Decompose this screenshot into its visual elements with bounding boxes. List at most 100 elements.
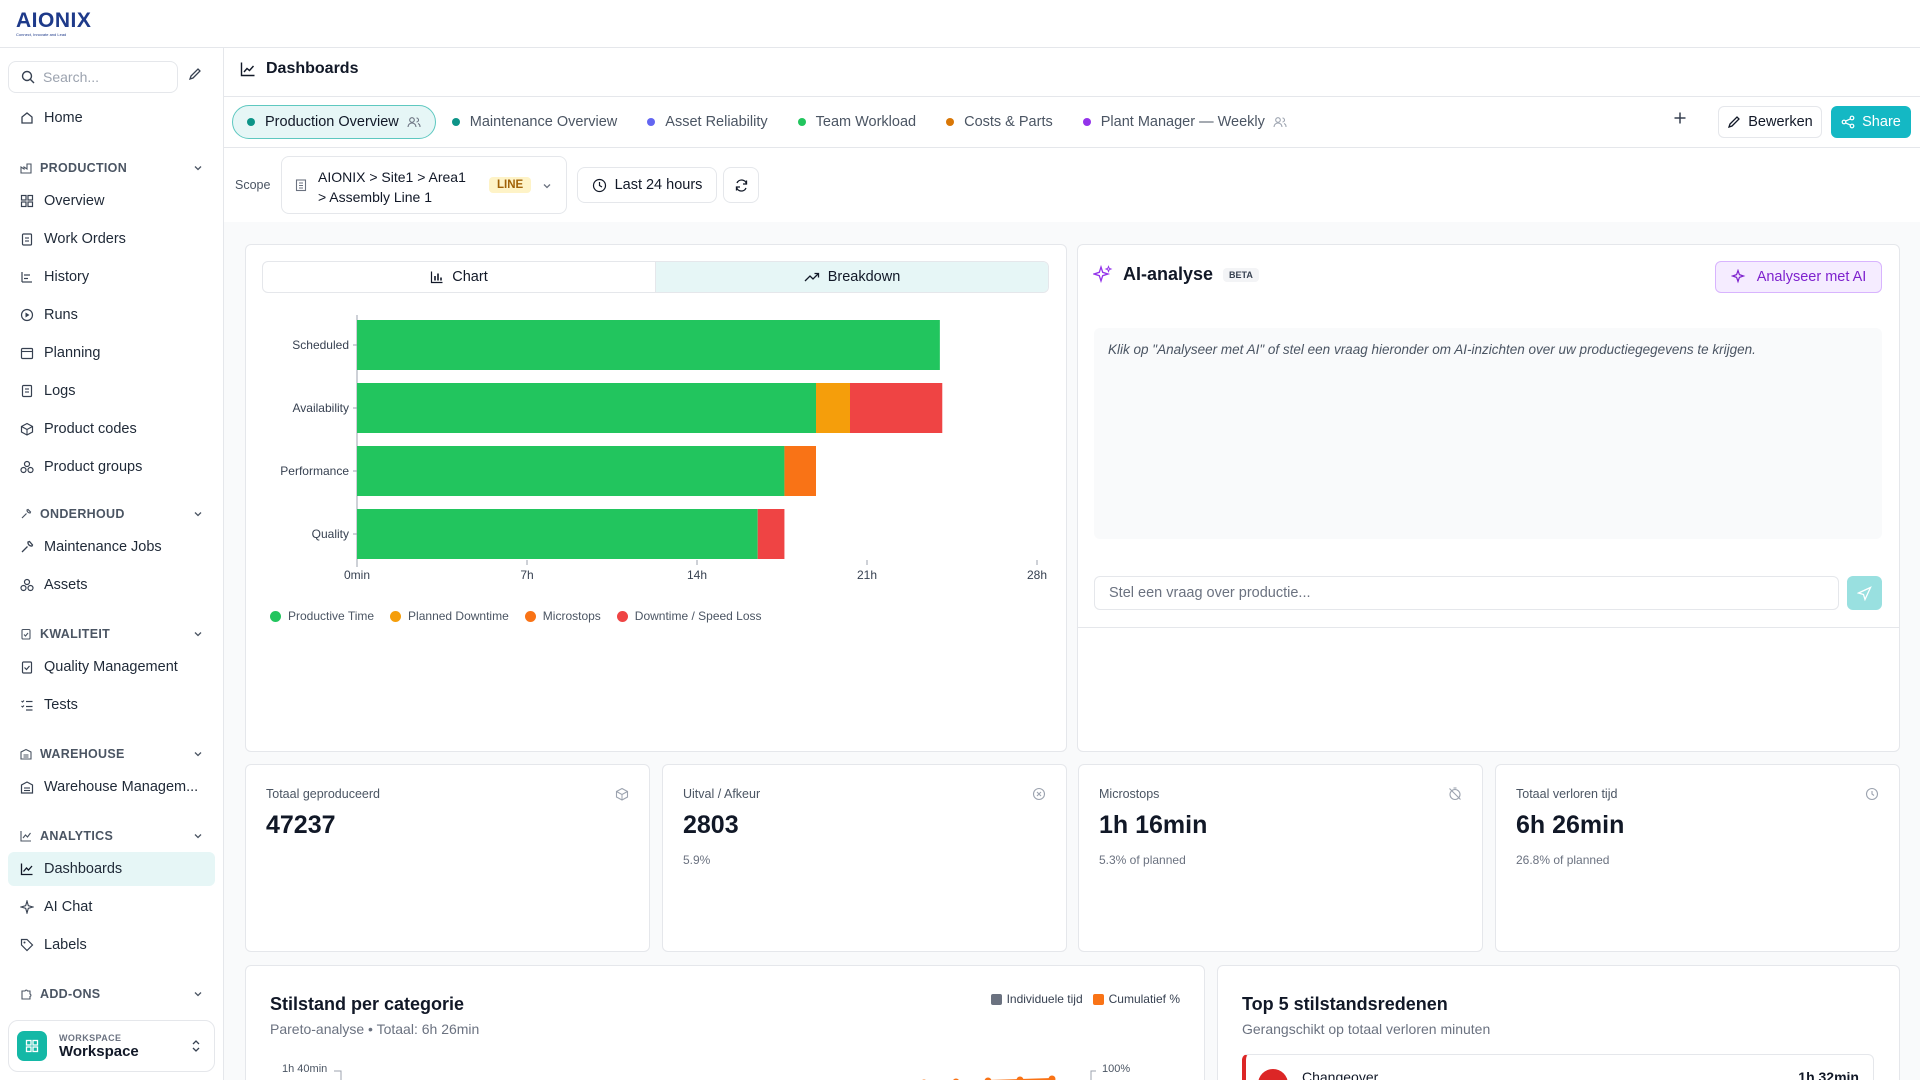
sidebar-item-runs[interactable]: Runs (8, 298, 215, 332)
y-tick-label: Availability (293, 401, 349, 415)
ai-analysis-title: AI-analyse (1123, 264, 1214, 284)
refresh-button[interactable] (723, 167, 759, 203)
send-question-button[interactable] (1847, 576, 1882, 610)
legend-item[interactable]: Microstops (524, 609, 601, 623)
refresh-icon (735, 178, 747, 192)
legend-item[interactable]: Productive Time (270, 609, 374, 623)
bar-segment (784, 446, 816, 496)
tab-production-overview[interactable]: Production Overview (232, 105, 436, 139)
kpi-card-total-lost-time: Totaal verloren tijd 6h 26min 26.8% of p… (1495, 764, 1900, 952)
workspace-icon (17, 1031, 47, 1061)
chart-line-icon (20, 831, 31, 842)
scope-selector[interactable]: AIONIX > Site1 > Area1 > Assembly Line 1… (281, 156, 567, 214)
page-title: Dashboards (240, 60, 358, 78)
scope-path-line: > Assembly Line 1 (318, 189, 433, 205)
section-kwaliteit[interactable]: KWALITEIT (8, 622, 215, 646)
tab-label: Team Workload (815, 114, 917, 130)
divider (224, 96, 1920, 97)
pareto-y-left-top: 1h 40min (282, 1063, 327, 1075)
grid-icon (20, 194, 34, 208)
sidebar-item-dashboards[interactable]: Dashboards (8, 852, 215, 886)
sidebar-item-quality-management[interactable]: Quality Management (8, 650, 215, 684)
axis-tick (334, 1070, 342, 1080)
sparkles-icon (1730, 269, 1746, 284)
sidebar: Search... Home PRODUCTION Overview Work … (0, 48, 224, 1080)
section-addons[interactable]: ADD-ONS (8, 982, 215, 1006)
section-analytics[interactable]: ANALYTICS (8, 824, 215, 848)
legend-label: Planned Downtime (408, 609, 509, 623)
tab-label: Costs & Parts (964, 114, 1053, 130)
time-range-selector[interactable]: Last 24 hours (577, 167, 717, 203)
sidebar-item-ai-chat[interactable]: AI Chat (8, 890, 215, 924)
sidebar-item-product-codes[interactable]: Product codes (8, 412, 215, 446)
section-warehouse[interactable]: WAREHOUSE (8, 742, 215, 766)
tab-color-dot (647, 118, 656, 126)
factory-icon (20, 163, 32, 174)
legend-item-cumulative: Cumulatief % (1092, 992, 1180, 1006)
sidebar-item-work-orders[interactable]: Work Orders (8, 222, 215, 256)
x-tick-label: 0min (344, 568, 370, 582)
sidebar-item-overview[interactable]: Overview (8, 184, 215, 218)
tab-costs-parts[interactable]: Costs & Parts (932, 105, 1067, 139)
dashboard-tabs: Production Overview Maintenance Overview… (232, 105, 1303, 139)
sidebar-item-planning[interactable]: Planning (8, 336, 215, 370)
divider (1077, 627, 1900, 628)
bar-segment (850, 383, 943, 433)
downtime-reason-row[interactable]: Changeover 1h 32min (1242, 1054, 1874, 1080)
legend-item[interactable]: Downtime / Speed Loss (616, 609, 762, 623)
oee-stacked-bar-chart: Scheduled Availability Performance Quality 0… (280, 315, 1047, 582)
chart-line-icon (240, 62, 255, 77)
new-item-button[interactable] (188, 67, 202, 85)
search-input[interactable]: Search... (8, 61, 178, 93)
x-tick-label: 7h (520, 568, 533, 582)
chevron-down-icon (194, 512, 202, 517)
edit-button-label: Bewerken (1748, 114, 1813, 130)
axis-tick (1090, 1070, 1096, 1080)
pareto-subtitle: Pareto-analyse • Totaal: 6h 26min (270, 1021, 480, 1037)
brand-logo[interactable]: AIONIX Connect, Innovate and Lead (16, 10, 91, 38)
tab-plant-manager-weekly[interactable]: Plant Manager — Weekly (1069, 105, 1301, 139)
edit-button[interactable]: Bewerken (1718, 106, 1822, 138)
sidebar-item-history[interactable]: History (8, 260, 215, 294)
section-production[interactable]: PRODUCTION (8, 156, 215, 180)
wrench-icon (21, 540, 34, 553)
section-onderhoud[interactable]: ONDERHOUD (8, 502, 215, 526)
package-icon (615, 787, 629, 801)
workspace-switcher[interactable]: WORKSPACE Workspace (8, 1020, 215, 1072)
sidebar-item-logs[interactable]: Logs (8, 374, 215, 408)
view-breakdown-button[interactable]: Breakdown (655, 262, 1048, 292)
sidebar-item-tests[interactable]: Tests (8, 688, 215, 722)
legend-item[interactable]: Planned Downtime (390, 609, 509, 623)
chevron-down-icon (194, 752, 202, 757)
y-tick-label: Scheduled (292, 338, 349, 352)
tab-label: Asset Reliability (665, 114, 768, 130)
tab-team-workload[interactable]: Team Workload (784, 105, 930, 139)
sidebar-item-warehouse-management[interactable]: Warehouse Managem... (8, 770, 215, 804)
sidebar-item-product-groups[interactable]: Product groups (8, 450, 215, 484)
scope-label: Scope (235, 178, 271, 192)
sidebar-item-maintenance-jobs[interactable]: Maintenance Jobs (8, 530, 215, 564)
ai-question-input[interactable]: Stel een vraag over productie... (1094, 576, 1839, 610)
scope-path: AIONIX > Site1 > Area1 > Assembly Line 1 (318, 167, 488, 207)
legend-swatch (1092, 993, 1104, 1005)
tab-maintenance-overview[interactable]: Maintenance Overview (438, 105, 632, 139)
analyze-with-ai-button[interactable]: Analyseer met AI (1715, 261, 1882, 293)
pareto-title: Stilstand per categorie (270, 994, 465, 1014)
tab-label: Maintenance Overview (469, 114, 618, 130)
sidebar-item-home[interactable]: Home (8, 101, 215, 135)
kpi-label: Totaal verloren tijd (1516, 787, 1618, 801)
pencil-icon (188, 68, 201, 81)
tab-asset-reliability[interactable]: Asset Reliability (633, 105, 781, 139)
view-chart-button[interactable]: Chart (263, 262, 655, 292)
add-tab-button[interactable] (1673, 111, 1687, 129)
building-icon (295, 179, 307, 192)
x-tick-label: 14h (687, 568, 707, 582)
tab-label: Production Overview (265, 114, 399, 130)
sidebar-item-labels[interactable]: Labels (8, 928, 215, 962)
legend-item-individual: Individuele tijd (990, 992, 1083, 1006)
chevron-down-icon (194, 992, 202, 997)
sidebar-item-assets[interactable]: Assets (8, 568, 215, 602)
share-button[interactable]: Share (1831, 106, 1911, 138)
reason-name: Changeover (1302, 1069, 1379, 1080)
trending-up-icon (804, 272, 819, 282)
